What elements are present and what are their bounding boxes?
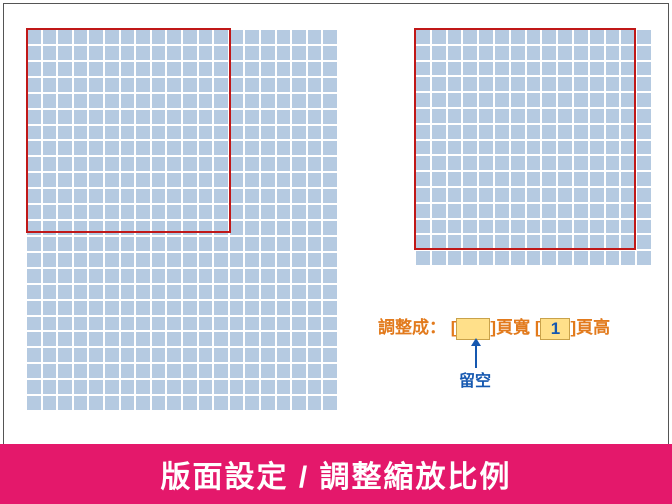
label-pages-wide: 頁寬 [496,318,530,337]
title-text: 版面設定 / 調整縮放比例 [160,452,511,496]
pages-tall-field[interactable]: 1 [540,318,570,340]
fit-to-annotation: 調整成： []頁寬 [1]頁高 [378,313,610,340]
title-banner: 版面設定 / 調整縮放比例 [0,444,672,504]
label-pages-tall: 頁高 [576,318,610,337]
pages-wide-field[interactable] [456,318,490,340]
label-leave-blank: 留空 [459,367,491,391]
red-outline-left [26,28,231,233]
arrow-up-icon [471,338,481,368]
red-outline-right [414,28,636,250]
label-adjust: 調整成： [378,318,446,337]
